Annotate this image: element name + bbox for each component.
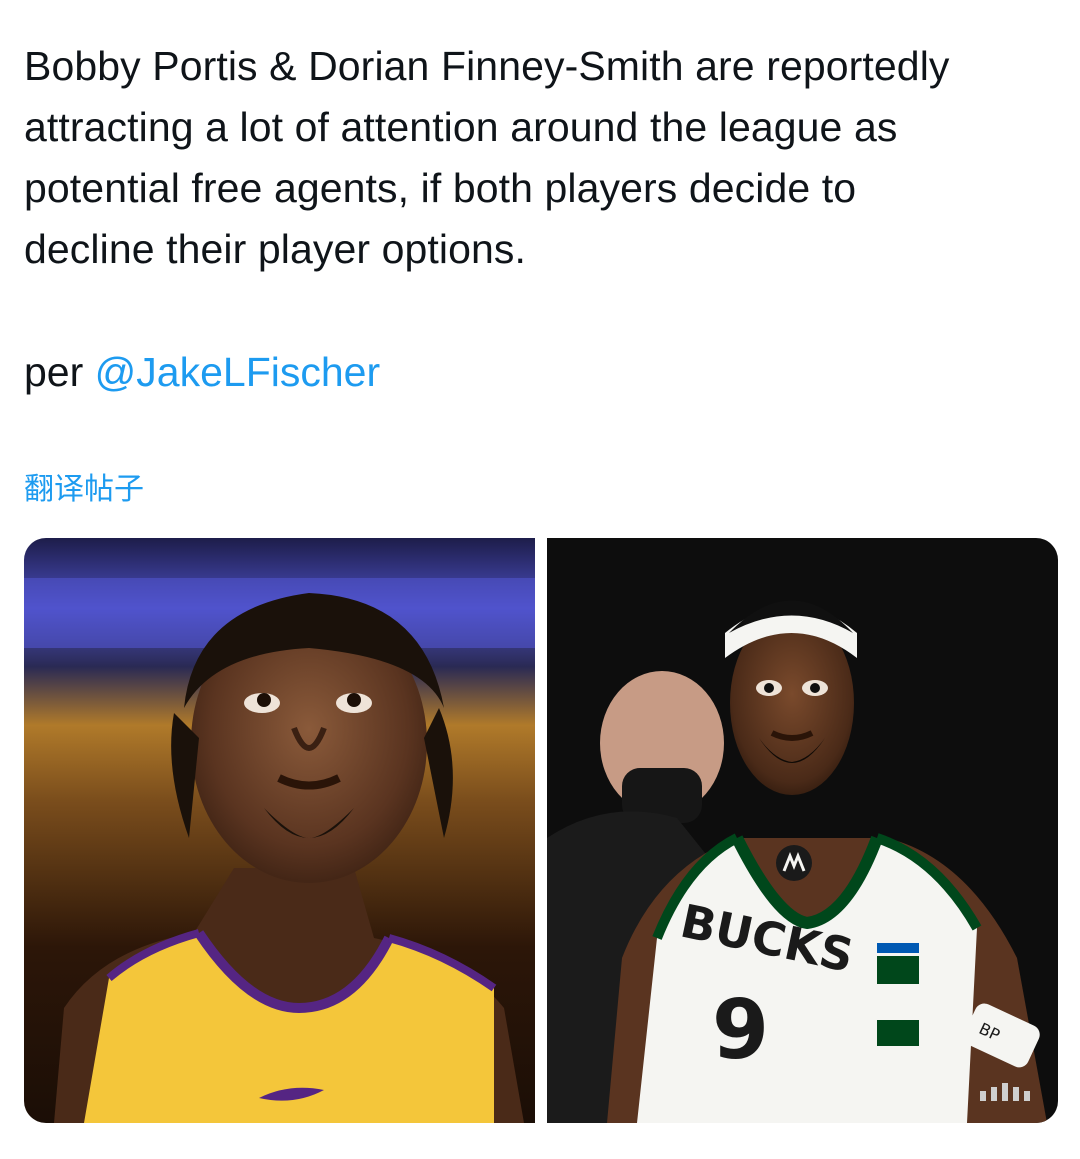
tweet-line: Bobby Portis & Dorian Finney-Smith are r… [24, 43, 950, 89]
photo-left[interactable] [24, 538, 535, 1123]
player-photo-icon: BUCKS 9 BP [547, 538, 1058, 1123]
media-grid: BUCKS 9 BP [24, 538, 1058, 1123]
jersey-number-text: 9 [712, 983, 769, 1078]
mention-link[interactable]: @JakeLFischer [95, 349, 380, 395]
tweet-line: attracting a lot of attention around the… [24, 104, 898, 150]
tweet-body: Bobby Portis & Dorian Finney-Smith are r… [24, 36, 1060, 280]
tweet-line: potential free agents, if both players d… [24, 165, 857, 211]
photo-right[interactable]: BUCKS 9 BP [547, 538, 1058, 1123]
watermark-icon [980, 1083, 1030, 1101]
tweet-credit: per @JakeLFischer [24, 342, 380, 403]
player-photo-icon [24, 538, 535, 1123]
tweet-line: decline their player options. [24, 226, 527, 272]
credit-prefix: per [24, 349, 84, 395]
translate-post-link[interactable]: 翻译帖子 [24, 470, 144, 510]
